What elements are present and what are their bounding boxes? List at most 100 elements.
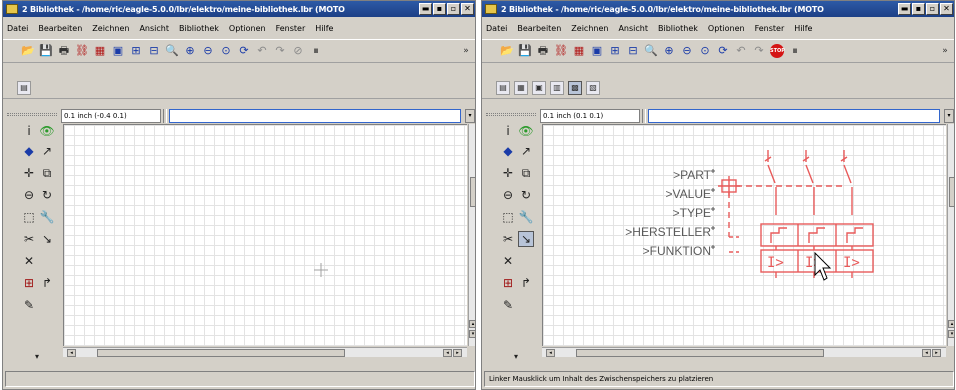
undo-icon[interactable]: ↶ <box>734 44 748 58</box>
toolbar-more-icon[interactable]: » <box>940 44 950 58</box>
cam-icon[interactable]: ⛓ <box>75 44 89 58</box>
menu-fenster[interactable]: Fenster <box>276 24 306 33</box>
change-icon[interactable]: 🔧 <box>39 209 55 225</box>
schematic-icon[interactable]: ▦ <box>572 44 586 58</box>
zoom-out-icon[interactable]: ⊖ <box>201 44 215 58</box>
command-history-dropdown[interactable]: ▾ <box>944 109 954 123</box>
add-icon[interactable]: ⊞ <box>500 275 516 291</box>
delete-icon[interactable]: ✕ <box>500 253 516 269</box>
menu-fenster[interactable]: Fenster <box>755 24 785 33</box>
zoom-out-icon[interactable]: ⊖ <box>680 44 694 58</box>
print-icon[interactable]: 🖶 <box>536 44 550 58</box>
command-history-dropdown[interactable]: ▾ <box>465 109 475 123</box>
zoom-select-icon[interactable]: ⊙ <box>219 44 233 58</box>
rotate-option-icon[interactable]: ▣ <box>532 80 546 95</box>
display-icon[interactable]: ◆ <box>21 143 37 159</box>
mark-icon[interactable]: ↗ <box>39 143 55 159</box>
maximize-button[interactable]: ▪ <box>912 3 925 15</box>
copy-icon[interactable]: ⧉ <box>39 165 55 181</box>
horizontal-scrollbar[interactable]: ◂ ◂ ▸ <box>542 347 946 357</box>
menu-bearbeiten[interactable]: Bearbeiten <box>38 24 82 33</box>
scroll-up-icon[interactable]: ▴ <box>948 320 954 328</box>
mark-icon[interactable]: ↗ <box>518 143 534 159</box>
toolbar-grip[interactable] <box>7 113 57 116</box>
change-icon[interactable]: 🔧 <box>518 209 534 225</box>
toolbar-more-icon[interactable]: » <box>461 44 471 58</box>
vertical-scroll-thumb[interactable] <box>470 177 475 207</box>
horizontal-scrollbar[interactable]: ◂ ◂ ▸ <box>63 347 467 357</box>
stop-icon[interactable]: STOP <box>770 44 785 58</box>
board-icon[interactable]: ▣ <box>590 44 604 58</box>
command-input[interactable] <box>169 109 461 123</box>
mirror-icon[interactable]: ⊖ <box>500 187 516 203</box>
cut-icon[interactable]: ✂ <box>21 231 37 247</box>
grid-option-icon[interactable]: ▥ <box>550 80 564 95</box>
library-edit-icon[interactable]: ⊟ <box>626 44 640 58</box>
redo-icon[interactable]: ↷ <box>273 44 287 58</box>
menu-ansicht[interactable]: Ansicht <box>618 24 648 33</box>
scroll-right-icon[interactable]: ▸ <box>932 349 941 357</box>
command-input[interactable] <box>648 109 940 123</box>
zoom-fit-icon[interactable]: 🔍 <box>644 44 658 58</box>
menu-zeichnen[interactable]: Zeichnen <box>571 24 608 33</box>
scroll-down-icon[interactable]: ▾ <box>469 330 475 338</box>
rotate-icon[interactable]: ↻ <box>518 187 534 203</box>
display-icon[interactable]: ◆ <box>500 143 516 159</box>
restore-button[interactable]: ▫ <box>447 3 460 15</box>
horizontal-scroll-thumb[interactable] <box>576 349 824 357</box>
group-icon[interactable]: ⬚ <box>21 209 37 225</box>
cam-icon[interactable]: ⛓ <box>554 44 568 58</box>
scroll-left-icon[interactable]: ◂ <box>546 349 555 357</box>
drawing-canvas[interactable]: >PART >VALUE >TYPE >HERSTELLER >FUNKTION <box>542 124 946 346</box>
close-button[interactable]: ✕ <box>940 3 953 15</box>
scroll-down-icon[interactable]: ▾ <box>948 330 954 338</box>
menu-hilfe[interactable]: Hilfe <box>315 24 333 33</box>
horizontal-scroll-thumb[interactable] <box>97 349 345 357</box>
vertical-scroll-thumb[interactable] <box>949 177 954 207</box>
zoom-in-icon[interactable]: ⊕ <box>662 44 676 58</box>
scroll-left-icon-2[interactable]: ◂ <box>443 349 452 357</box>
paste-option-icon[interactable]: ▩ <box>568 80 582 95</box>
group-icon[interactable]: ⬚ <box>500 209 516 225</box>
open-icon[interactable]: 📂 <box>500 44 514 58</box>
menu-ansicht[interactable]: Ansicht <box>139 24 169 33</box>
move-icon[interactable]: ✛ <box>21 165 37 181</box>
restore-button[interactable]: ▫ <box>926 3 939 15</box>
attribute-option-icon[interactable]: ▧ <box>586 80 600 95</box>
library-icon[interactable]: ⊞ <box>608 44 622 58</box>
show-icon[interactable]: 👁 <box>39 123 55 139</box>
edit-icon[interactable]: ✎ <box>21 297 37 313</box>
move-icon[interactable]: ✛ <box>500 165 516 181</box>
open-icon[interactable]: 📂 <box>21 44 35 58</box>
cut-icon[interactable]: ✂ <box>500 231 516 247</box>
layer-settings-icon[interactable]: ▤ <box>496 80 510 95</box>
stop-disabled-icon[interactable]: ⊘ <box>291 44 305 58</box>
paste-icon[interactable]: ↘ <box>39 231 55 247</box>
add-icon[interactable]: ⊞ <box>21 275 37 291</box>
library-icon[interactable]: ⊞ <box>129 44 143 58</box>
paste-icon[interactable]: ↘ <box>518 231 534 247</box>
menu-datei[interactable]: Datei <box>486 24 507 33</box>
redo-icon[interactable]: ↷ <box>752 44 766 58</box>
minimize-button[interactable]: ▬ <box>419 3 432 15</box>
info-icon[interactable]: i <box>21 123 37 139</box>
print-icon[interactable]: 🖶 <box>57 44 71 58</box>
title-bar[interactable]: 2 Bibliothek - /home/ric/eagle-5.0.0/lbr… <box>482 1 954 17</box>
drawing-canvas[interactable] <box>63 124 467 346</box>
info-icon[interactable]: i <box>500 123 516 139</box>
vertical-scrollbar[interactable]: ▴ ▾ <box>468 124 475 346</box>
menu-hilfe[interactable]: Hilfe <box>794 24 812 33</box>
mirror-option-icon[interactable]: ▦ <box>514 80 528 95</box>
zoom-in-icon[interactable]: ⊕ <box>183 44 197 58</box>
menu-zeichnen[interactable]: Zeichnen <box>92 24 129 33</box>
layer-settings-icon[interactable]: ▤ <box>17 80 31 95</box>
scroll-right-icon[interactable]: ▸ <box>453 349 462 357</box>
zoom-select-icon[interactable]: ⊙ <box>698 44 712 58</box>
save-icon[interactable]: 💾 <box>518 44 532 58</box>
toolbar-grip[interactable] <box>486 113 536 116</box>
show-icon[interactable]: 👁 <box>518 123 534 139</box>
menu-bibliothek[interactable]: Bibliothek <box>179 24 219 33</box>
schematic-icon[interactable]: ▦ <box>93 44 107 58</box>
pause-icon[interactable]: ⏸ <box>788 44 802 58</box>
minimize-button[interactable]: ▬ <box>898 3 911 15</box>
